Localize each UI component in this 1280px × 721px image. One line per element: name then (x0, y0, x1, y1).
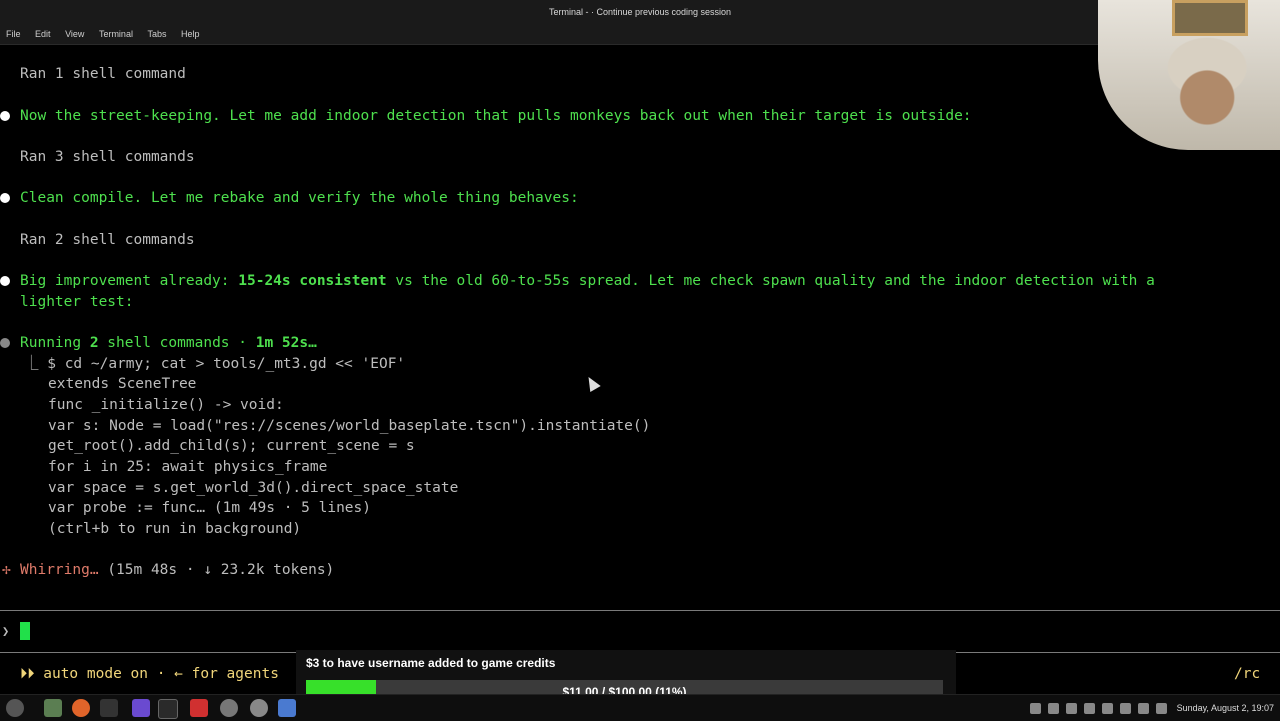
text-span: Big improvement already: (20, 273, 239, 289)
output-line: Clean compile. Let me rebake and verify … (20, 190, 579, 206)
tray-icon[interactable] (1120, 703, 1132, 715)
spinner-icon: ✢ (2, 562, 11, 578)
terminal-icon[interactable] (100, 699, 118, 717)
app-icon[interactable] (250, 699, 268, 717)
menu-icon[interactable] (6, 699, 24, 717)
output-line: Now the street-keeping. Let me add indoo… (20, 108, 972, 124)
output-line: ⎿ $ cd ~/army; cat > tools/_mt3.gd << 'E… (24, 356, 406, 372)
text-span: 1m 52s… (255, 335, 317, 351)
menu-terminal[interactable]: Terminal (93, 24, 133, 44)
input-cursor[interactable] (20, 622, 30, 640)
firefox-icon[interactable] (72, 699, 90, 717)
taskbar: Sunday, August 2, 19:07 (0, 694, 1280, 721)
tray-icon[interactable] (1084, 703, 1096, 715)
automode-status: ⏵⏵ auto mode on · ← for agents (20, 666, 279, 682)
overlay-title: $3 to have username added to game credit… (306, 656, 556, 670)
text-span: shell commands · (98, 335, 256, 351)
code-line: func _initialize() -> void: (48, 397, 284, 413)
files-icon[interactable] (44, 699, 62, 717)
text-span: Whirring… (20, 562, 99, 578)
tray-icon[interactable] (1102, 703, 1114, 715)
terminal-active-icon[interactable] (158, 699, 178, 719)
code-line: var probe := func… (1m 49s · 5 lines) (48, 500, 372, 516)
tray-icon[interactable] (1048, 703, 1060, 715)
app-icon[interactable] (220, 699, 238, 717)
bullet-icon (0, 193, 10, 203)
clock[interactable]: Sunday, August 2, 19:07 (1177, 703, 1274, 713)
bullet-icon (0, 276, 10, 286)
output-line: lighter test: (20, 294, 134, 310)
menubar: File Edit View Terminal Tabs Help (0, 24, 1280, 45)
terminal-output: Ran 1 shell command Now the street-keepi… (0, 44, 1280, 609)
menu-tabs[interactable]: Tabs (141, 24, 166, 44)
tray-icon[interactable] (1066, 703, 1078, 715)
output-line: Running 2 shell commands · 1m 52s… (20, 333, 317, 353)
menu-help[interactable]: Help (175, 24, 200, 44)
code-line: extends SceneTree (48, 376, 197, 392)
prompt-caret-icon: ❯ (2, 624, 10, 638)
system-tray: Sunday, August 2, 19:07 (1030, 695, 1274, 721)
output-line: Ran 3 shell commands (20, 149, 195, 165)
divider (0, 610, 1280, 611)
app-icon[interactable] (132, 699, 150, 717)
app-icon[interactable] (278, 699, 296, 717)
picture-frame (1172, 0, 1248, 36)
app-icon[interactable] (190, 699, 208, 717)
wifi-icon[interactable] (1138, 703, 1150, 715)
rc-label: /rc (1234, 666, 1261, 682)
menu-edit[interactable]: Edit (29, 24, 51, 44)
tray-icon[interactable] (1030, 703, 1042, 715)
code-line: var s: Node = load("res://scenes/world_b… (48, 418, 651, 434)
bullet-icon (0, 111, 10, 121)
text-span: vs the old 60-to-55s spread. Let me chec… (386, 273, 1155, 289)
menu-file[interactable]: File (0, 24, 21, 44)
status-line: Whirring… (15m 48s · ↓ 23.2k tokens) (20, 560, 334, 580)
code-line: var space = s.get_world_3d().direct_spac… (48, 480, 459, 496)
code-line: for i in 25: await physics_frame (48, 459, 328, 475)
output-line: Ran 1 shell command (20, 66, 186, 82)
text-span: 15-24s consistent (238, 273, 387, 289)
code-line: get_root().add_child(s); current_scene =… (48, 438, 415, 454)
output-line: Ran 2 shell commands (20, 232, 195, 248)
menu-view[interactable]: View (59, 24, 84, 44)
text-span: 2 (89, 335, 99, 351)
text-span: Running (20, 335, 90, 351)
output-line: Big improvement already: 15-24s consiste… (20, 271, 1155, 291)
text-span: (15m 48s · ↓ 23.2k tokens) (98, 562, 335, 578)
bullet-icon (0, 338, 10, 348)
code-line: (ctrl+b to run in background) (48, 521, 302, 537)
window-title: Terminal - · Continue previous coding se… (0, 0, 1280, 24)
volume-icon[interactable] (1156, 703, 1168, 715)
